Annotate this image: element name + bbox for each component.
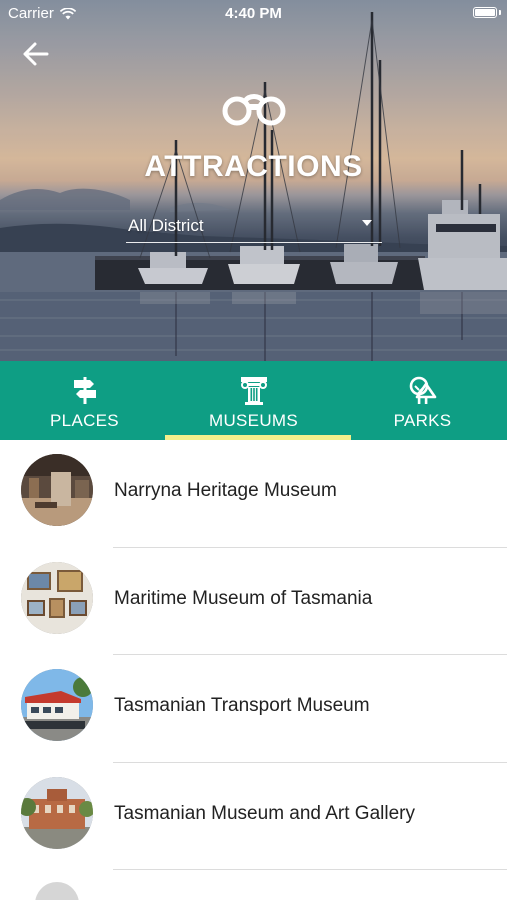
museum-thumbnail xyxy=(21,454,93,526)
column-icon xyxy=(240,377,267,405)
tab-label: PARKS xyxy=(393,411,452,430)
list-item-maritime[interactable]: Maritime Museum of Tasmania xyxy=(0,548,507,655)
museum-thumbnail xyxy=(21,776,93,849)
tab-label: PLACES xyxy=(50,411,119,430)
list-item-narryna[interactable]: Narryna Heritage Museum xyxy=(0,440,507,548)
status-bar: Carrier 4:40 PM xyxy=(0,0,507,28)
trees-icon xyxy=(409,376,436,404)
battery-icon xyxy=(473,7,501,18)
tab-parks[interactable]: PARKS xyxy=(338,361,507,440)
signpost-icon xyxy=(73,377,96,404)
back-button[interactable] xyxy=(18,36,54,72)
tab-museums[interactable]: MUSEUMS xyxy=(169,361,338,440)
list-divider xyxy=(113,869,507,870)
list-item-tmag[interactable]: Tasmanian Museum and Art Gallery xyxy=(0,763,507,870)
museum-list: Narryna Heritage Museum Maritime Museum … xyxy=(0,440,507,870)
category-tab-bar: PLACES MUSEUMS PARKS xyxy=(0,361,507,440)
page-title: ATTRACTIONS xyxy=(144,150,363,183)
list-item-transport[interactable]: Tasmanian Transport Museum xyxy=(0,655,507,763)
museum-thumbnail xyxy=(21,561,93,634)
next-museum-thumbnail-partial xyxy=(35,882,79,900)
attractions-screen: Carrier 4:40 PM ATTRACTIONS All District… xyxy=(0,0,507,900)
arrow-left-icon xyxy=(23,42,49,66)
museum-thumbnail xyxy=(21,669,93,741)
district-selected-value: All District xyxy=(128,216,204,235)
museum-name: Maritime Museum of Tasmania xyxy=(114,587,373,609)
caret-down-icon xyxy=(362,220,372,226)
museum-name: Tasmanian Museum and Art Gallery xyxy=(114,802,415,824)
museum-name: Narryna Heritage Museum xyxy=(114,480,337,501)
district-dropdown[interactable]: All District xyxy=(126,212,382,243)
museum-name: Tasmanian Transport Museum xyxy=(114,695,370,716)
tab-places[interactable]: PLACES xyxy=(0,361,169,440)
tab-label: MUSEUMS xyxy=(209,411,298,430)
status-time: 4:40 PM xyxy=(225,5,282,22)
hero-header: Carrier 4:40 PM ATTRACTIONS All District xyxy=(0,0,507,361)
binoculars-icon xyxy=(222,94,286,126)
